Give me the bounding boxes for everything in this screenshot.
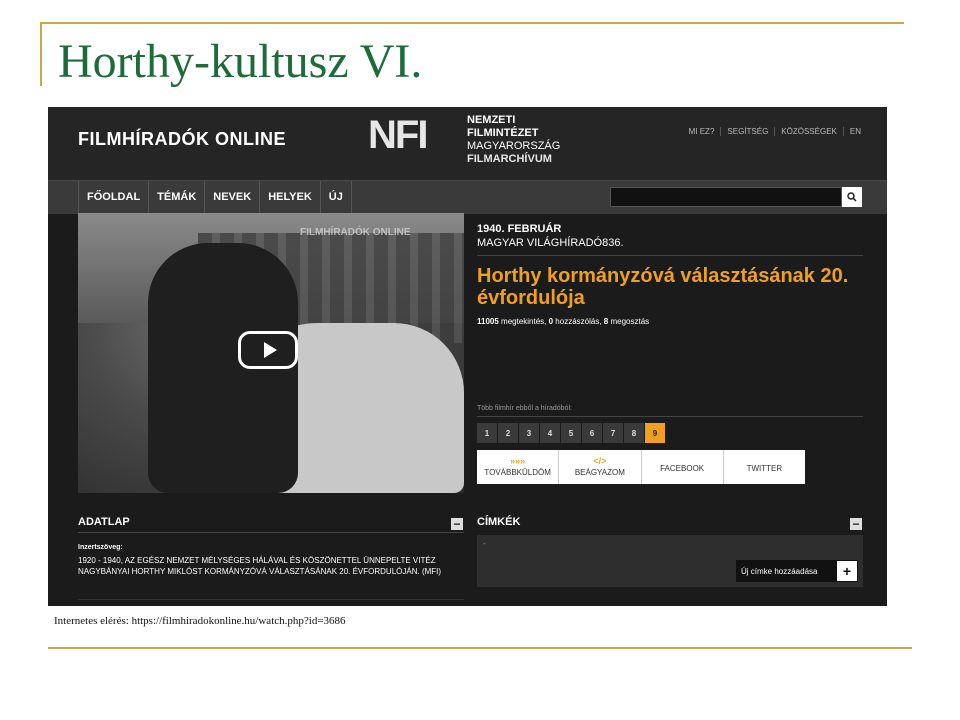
video-info: 1940. FEBRUÁR MAGYAR VILÁGHÍRADÓ836. Hor… [477, 213, 863, 493]
views-count: 11005 [477, 317, 499, 326]
nfi-line-2: FILMINTÉZET [467, 127, 539, 139]
slide-top-rule [40, 22, 904, 24]
slide-bottom-rule [48, 647, 912, 649]
video-player[interactable]: FILMHÍRADÓK ONLINE [78, 213, 464, 493]
tags-title: CÍMKÉK [477, 516, 521, 528]
video-watermark: FILMHÍRADÓK ONLINE [300, 227, 411, 238]
play-icon [263, 342, 277, 358]
page-button[interactable]: 2 [498, 423, 518, 443]
video-title: Horthy kormányzóvá választásának 20. évf… [477, 265, 849, 309]
source-caption: Internetes elérés: https://filmhiradokon… [54, 615, 346, 627]
plus-icon: + [837, 561, 857, 581]
page-button[interactable]: 6 [582, 423, 602, 443]
twitter-button[interactable]: TWITTER [724, 450, 805, 484]
newsreel-series[interactable]: MAGYAR VILÁGHÍRADÓ836. [477, 237, 624, 249]
share-bar: »»» TOVÁBBKÜLDÖM </> BEÁGYAZOM FACEBOOK … [477, 450, 805, 484]
forward-button[interactable]: »»» TOVÁBBKÜLDÖM [477, 450, 560, 484]
nfi-line-3: MAGYARORSZÁG [467, 140, 561, 152]
forward-icon: »»» [510, 456, 526, 466]
top-link-communities[interactable]: KÖZÖSSÉGEK [774, 127, 843, 136]
nfi-line-1: NEMZETI [467, 114, 516, 126]
page-button[interactable]: 7 [603, 423, 623, 443]
page-button-active[interactable]: 9 [645, 423, 665, 443]
top-link-language[interactable]: EN [842, 127, 867, 136]
adatlap-field-text: 1920 - 1940, AZ EGÉSZ NEMZET MÉLYSÉGES H… [78, 556, 442, 576]
tags-empty: - [483, 539, 486, 548]
slide-left-rule [40, 22, 42, 86]
nav-item-topics[interactable]: TÉMÁK [149, 181, 206, 214]
play-button[interactable] [238, 331, 298, 369]
nfi-logo[interactable]: NFI [368, 113, 428, 158]
video-stats: 11005 megtekintés, 0 hozzászólás, 8 mego… [477, 317, 650, 326]
nav-item-new[interactable]: ÚJ [321, 181, 352, 214]
nfi-text: NEMZETI FILMINTÉZET MAGYARORSZÁG FILMARC… [467, 114, 560, 166]
newsreel-date: 1940. FEBRUÁR [477, 223, 562, 235]
site-header: FILMHÍRADÓK ONLINE NFI NEMZETI FILMINTÉZ… [48, 107, 887, 180]
nfi-line-4: FILMARCHÍVUM [467, 153, 552, 165]
nav-item-places[interactable]: HELYEK [260, 181, 321, 214]
adatlap-collapse-button[interactable]: − [451, 518, 463, 530]
top-link-about[interactable]: MI EZ? [683, 127, 721, 136]
add-tag-button[interactable]: Új címke hozzáadása + [736, 560, 858, 582]
main-nav: FŐOLDAL TÉMÁK NEVEK HELYEK ÚJ [48, 180, 887, 214]
slide-title: Horthy-kultusz VI. [58, 35, 423, 88]
tags-panel: - Új címke hozzáadása + [477, 535, 863, 587]
search-input[interactable] [610, 187, 842, 207]
page-button[interactable]: 3 [519, 423, 539, 443]
page-button[interactable]: 4 [540, 423, 560, 443]
embed-button[interactable]: </> BEÁGYAZOM [559, 450, 642, 484]
top-link-help[interactable]: SEGÍTSÉG [720, 127, 774, 136]
site-brand[interactable]: FILMHÍRADÓK ONLINE [78, 129, 286, 150]
adatlap-title: ADATLAP [78, 516, 130, 528]
search-button[interactable] [842, 187, 862, 207]
page-button[interactable]: 5 [561, 423, 581, 443]
embed-icon: </> [593, 456, 607, 466]
nav-item-home[interactable]: FŐOLDAL [78, 181, 150, 214]
search-icon [847, 192, 857, 202]
adatlap-field-label: Inzertszöveg: [78, 544, 123, 551]
episode-pagination: 1 2 3 4 5 6 7 8 9 [477, 423, 666, 443]
nav-item-names[interactable]: NEVEK [205, 181, 261, 214]
facebook-button[interactable]: FACEBOOK [642, 450, 724, 484]
tags-collapse-button[interactable]: − [850, 518, 862, 530]
page-button[interactable]: 1 [477, 423, 497, 443]
page-button[interactable]: 8 [624, 423, 644, 443]
website-screenshot: FILMHÍRADÓK ONLINE NFI NEMZETI FILMINTÉZ… [48, 107, 887, 606]
more-news-label: Több filmhír ebből a híradóból: [477, 405, 572, 412]
top-links: MI EZ? SEGÍTSÉG KÖZÖSSÉGEK EN [683, 127, 867, 136]
